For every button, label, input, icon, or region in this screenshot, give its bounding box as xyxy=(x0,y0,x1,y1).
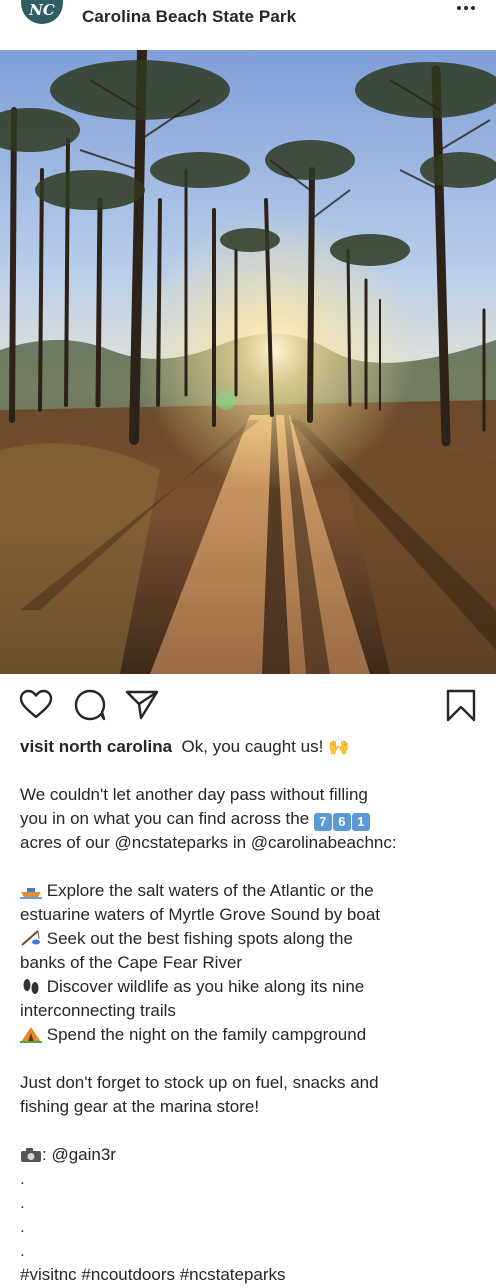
footprints-icon xyxy=(23,979,39,994)
paper-plane-icon xyxy=(125,690,159,720)
comment-button[interactable] xyxy=(73,688,107,722)
caption-text: Spend the night on the family campground xyxy=(46,1025,367,1044)
comment-icon xyxy=(74,689,106,721)
caption-text: you in on what you can find across the xyxy=(20,809,310,828)
caption-text: fishing gear at the marina store! xyxy=(20,1097,260,1116)
caption-text: acres of our @ncstateparks in @carolinab… xyxy=(20,833,397,852)
caption-header-line: visit north carolina Ok, you caught us! … xyxy=(20,735,482,759)
avatar[interactable]: NC xyxy=(21,0,63,24)
caption-credit: : @gain3r xyxy=(42,1145,116,1164)
caption-text: estuarine waters of Myrtle Grove Sound b… xyxy=(20,905,381,924)
bullet-line: Seek out the best fishing spots along th… xyxy=(20,927,482,951)
dot-separator: . xyxy=(20,1169,25,1188)
post-photo[interactable] xyxy=(0,50,496,674)
save-button[interactable] xyxy=(445,688,479,722)
caption-text: Seek out the best fishing spots along th… xyxy=(46,929,353,948)
share-button[interactable] xyxy=(125,688,159,722)
dot-separator: . xyxy=(20,1217,25,1236)
keycap-digit: 7 xyxy=(313,813,332,831)
bullet-line: Explore the salt waters of the Atlantic … xyxy=(20,879,482,903)
boat-icon xyxy=(20,888,42,899)
caption-text: Discover wildlife as you hike along its … xyxy=(46,977,365,996)
caption-text-line: you in on what you can find across the 7… xyxy=(20,807,482,831)
caption-text: interconnecting trails xyxy=(20,1001,176,1020)
keycap-digit: 6 xyxy=(332,813,351,831)
credit-line: : @gain3r xyxy=(20,1143,482,1167)
post-actions xyxy=(0,680,496,730)
hashtags[interactable]: #visitnc #ncoutdoors #ncstateparks xyxy=(20,1263,482,1287)
post-header: NC Carolina Beach State Park xyxy=(0,0,496,50)
dot-separator: . xyxy=(20,1193,25,1212)
camping-icon xyxy=(20,1027,42,1043)
like-button[interactable] xyxy=(19,688,53,722)
forest-trail-photo xyxy=(0,50,496,674)
bookmark-icon xyxy=(446,689,476,722)
bullet-line: Discover wildlife as you hike along its … xyxy=(20,975,482,999)
more-options-button[interactable] xyxy=(447,0,479,18)
caption-text: Just don't forget to stock up on fuel, s… xyxy=(20,1073,379,1092)
caption-intro: Ok, you caught us! 🙌 xyxy=(181,737,350,756)
more-dot xyxy=(471,6,475,10)
more-horizontal-icon xyxy=(457,6,461,10)
avatar-logo-text: NC xyxy=(29,1,55,19)
caption-username[interactable]: visit north carolina xyxy=(20,737,172,756)
bullet-line: Spend the night on the family campground xyxy=(20,1023,482,1047)
dot-separator: . xyxy=(20,1241,25,1260)
camera-icon xyxy=(21,1148,41,1162)
post-caption: visit north carolina Ok, you caught us! … xyxy=(20,735,482,1287)
more-dot xyxy=(464,6,468,10)
caption-text: Explore the salt waters of the Atlantic … xyxy=(46,881,374,900)
heart-icon xyxy=(19,689,53,719)
caption-text: banks of the Cape Fear River xyxy=(20,953,243,972)
caption-text: We couldn't let another day pass without… xyxy=(20,785,368,804)
fishing-pole-icon xyxy=(21,930,40,946)
keycap-digit: 1 xyxy=(351,813,370,831)
account-name[interactable]: Carolina Beach State Park xyxy=(82,7,296,27)
